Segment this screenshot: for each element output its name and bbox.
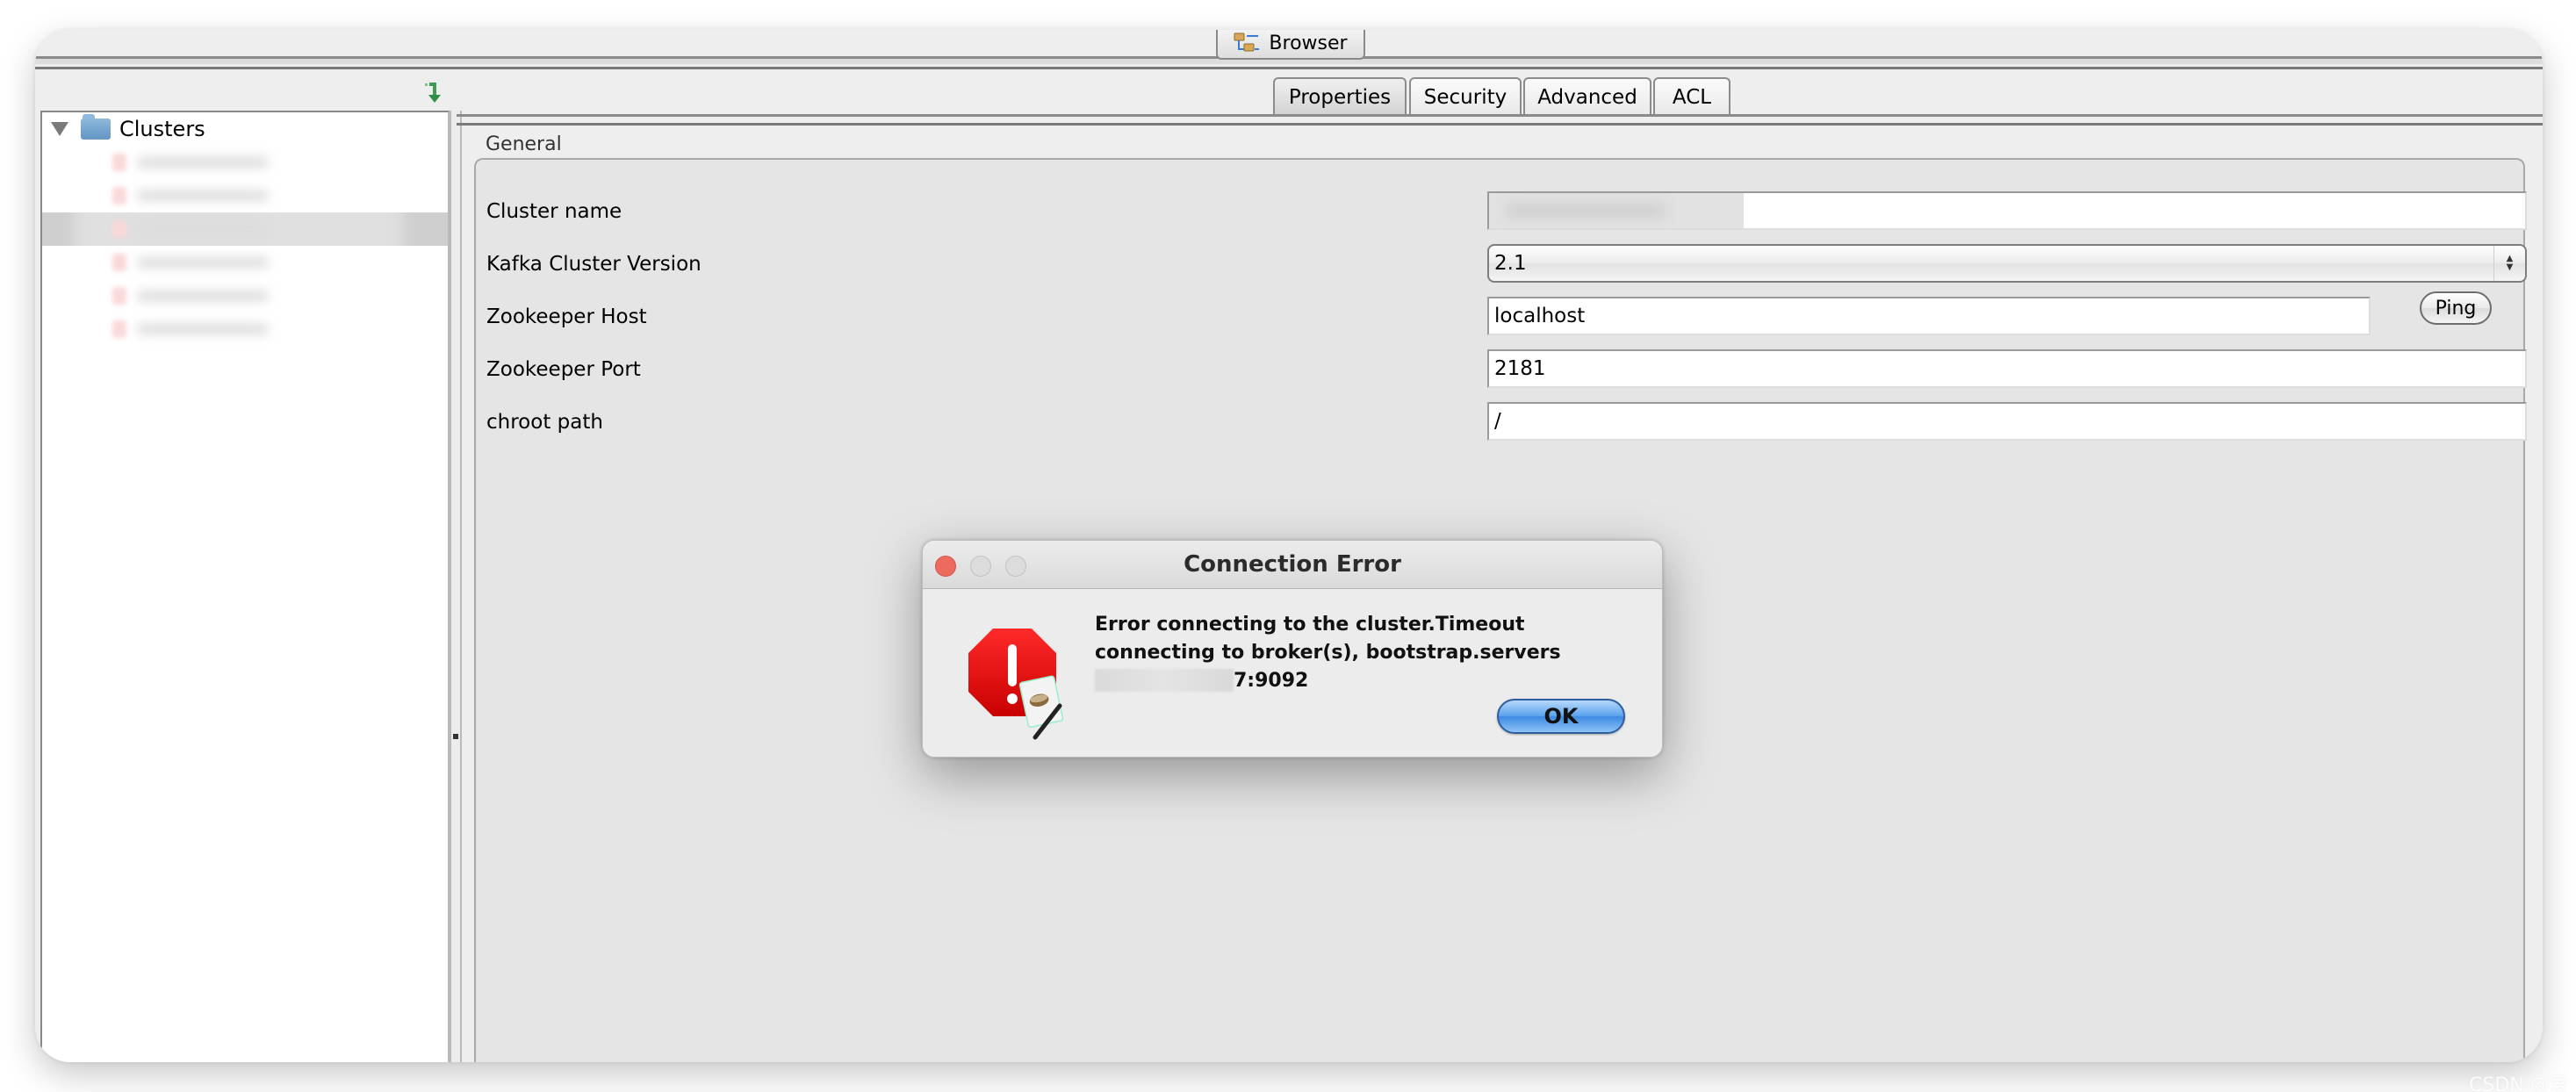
ping-button[interactable]: Ping [2420,291,2492,325]
tree-item-label: [redacted] [137,257,269,268]
minimize-window-icon [970,556,991,577]
ok-button-label: OK [1543,704,1579,729]
hierarchy-folders-icon [1234,32,1260,54]
split-pane-divider[interactable] [450,111,462,1062]
tab-label: Security [1423,86,1507,109]
tree-item-label: [redacted] [137,291,269,301]
tree-item-cluster-selected[interactable]: [redacted] [42,212,448,246]
tree-item-cluster[interactable]: [redacted] [42,146,448,179]
cluster-tree[interactable]: Clusters [redacted] [redacted] [redacted… [40,111,450,1062]
tab-label: ACL [1672,86,1712,109]
tree-item-cluster[interactable]: [redacted] [42,313,448,346]
chroot-path-label: chroot path [486,411,603,434]
zoom-window-icon [1005,556,1026,577]
row-cluster-name: Cluster name [486,191,2527,233]
tree-item-label: [redacted] [137,157,269,168]
cluster-node-icon [112,187,126,205]
tree-item-cluster[interactable]: [redacted] [42,246,448,279]
tab-acl[interactable]: ACL [1653,77,1731,116]
zookeeper-port-label: Zookeeper Port [486,358,641,381]
dialog-titlebar[interactable]: Connection Error [923,541,1662,589]
select-updown-arrows-icon[interactable]: ▲ ▼ [2493,246,2525,281]
row-chroot-path: chroot path / [486,402,2527,444]
tab-properties[interactable]: Properties [1273,77,1407,116]
error-message-text: Error connecting to the cluster.Timeout … [1095,614,1561,664]
cluster-node-icon [112,287,126,305]
tab-security[interactable]: Security [1409,77,1522,116]
top-strip-divider [35,67,2543,69]
close-window-icon[interactable] [935,556,956,577]
cluster-name-input[interactable] [1487,191,2527,230]
zookeeper-host-input[interactable]: localhost [1487,297,2371,335]
group-title-general: General [486,133,562,155]
cluster-node-icon [112,320,126,338]
error-message: Error connecting to the cluster.Timeout … [1095,611,1648,695]
tree-item-cluster[interactable]: [redacted] [42,179,448,212]
cluster-name-label: Cluster name [486,200,622,223]
stop-error-icon [968,629,1077,743]
tree-item-label: [redacted] [137,190,269,201]
error-message-port: 7:9092 [1234,670,1309,692]
splitter-grip-icon[interactable] [453,734,458,739]
tabbar-divider [457,114,2543,117]
kafka-version-select[interactable]: 2.1 ▲ ▼ [1487,244,2527,283]
zookeeper-port-value: 2181 [1494,357,1546,380]
tree-root-label: Clusters [119,117,205,141]
zookeeper-port-input[interactable]: 2181 [1487,349,2527,388]
cluster-node-icon [112,220,126,238]
browser-tab-label: Browser [1269,32,1348,54]
properties-tabbar: Properties Security Advanced ACL [457,77,2543,116]
watermark: CSDN @爱 [2469,1074,2569,1092]
kafka-version-label: Kafka Cluster Version [486,253,702,276]
row-zookeeper-port: Zookeeper Port 2181 [486,349,2527,392]
row-kafka-version: Kafka Cluster Version 2.1 ▲ ▼ [486,244,2527,286]
tab-advanced[interactable]: Advanced [1523,77,1651,116]
redacted-host [1095,669,1234,692]
cluster-node-icon [112,254,126,271]
tab-label: Properties [1288,86,1392,109]
folder-icon [81,114,111,140]
tree-items: [redacted] [redacted] [redacted] [redact… [42,146,448,346]
ping-button-label: Ping [2435,297,2477,320]
dialog-title: Connection Error [1184,551,1401,578]
refresh-arrow-icon[interactable] [421,81,448,107]
cluster-node-icon [112,154,126,171]
chroot-path-input[interactable]: / [1487,402,2527,441]
tree-item-label: [redacted] [137,324,269,334]
chroot-path-value: / [1494,410,1501,433]
tabbar-divider [457,123,2543,126]
zookeeper-host-label: Zookeeper Host [486,305,647,328]
tree-item-cluster[interactable]: [redacted] [42,279,448,313]
row-zookeeper-host: Zookeeper Host localhost Ping [486,291,2523,339]
connection-error-dialog: Connection Error Error connecting to the… [922,540,1663,758]
browser-view-tab[interactable]: Browser [1216,30,1365,60]
kafka-version-value: 2.1 [1494,252,1527,275]
expand-triangle-icon[interactable] [51,122,68,136]
ok-button[interactable]: OK [1497,699,1625,734]
tab-label: Advanced [1537,86,1637,109]
tree-root-clusters[interactable]: Clusters [51,114,205,142]
redacted-value [1507,204,1665,218]
zookeeper-host-value: localhost [1494,305,1586,327]
tree-item-label: [redacted] [137,224,269,234]
